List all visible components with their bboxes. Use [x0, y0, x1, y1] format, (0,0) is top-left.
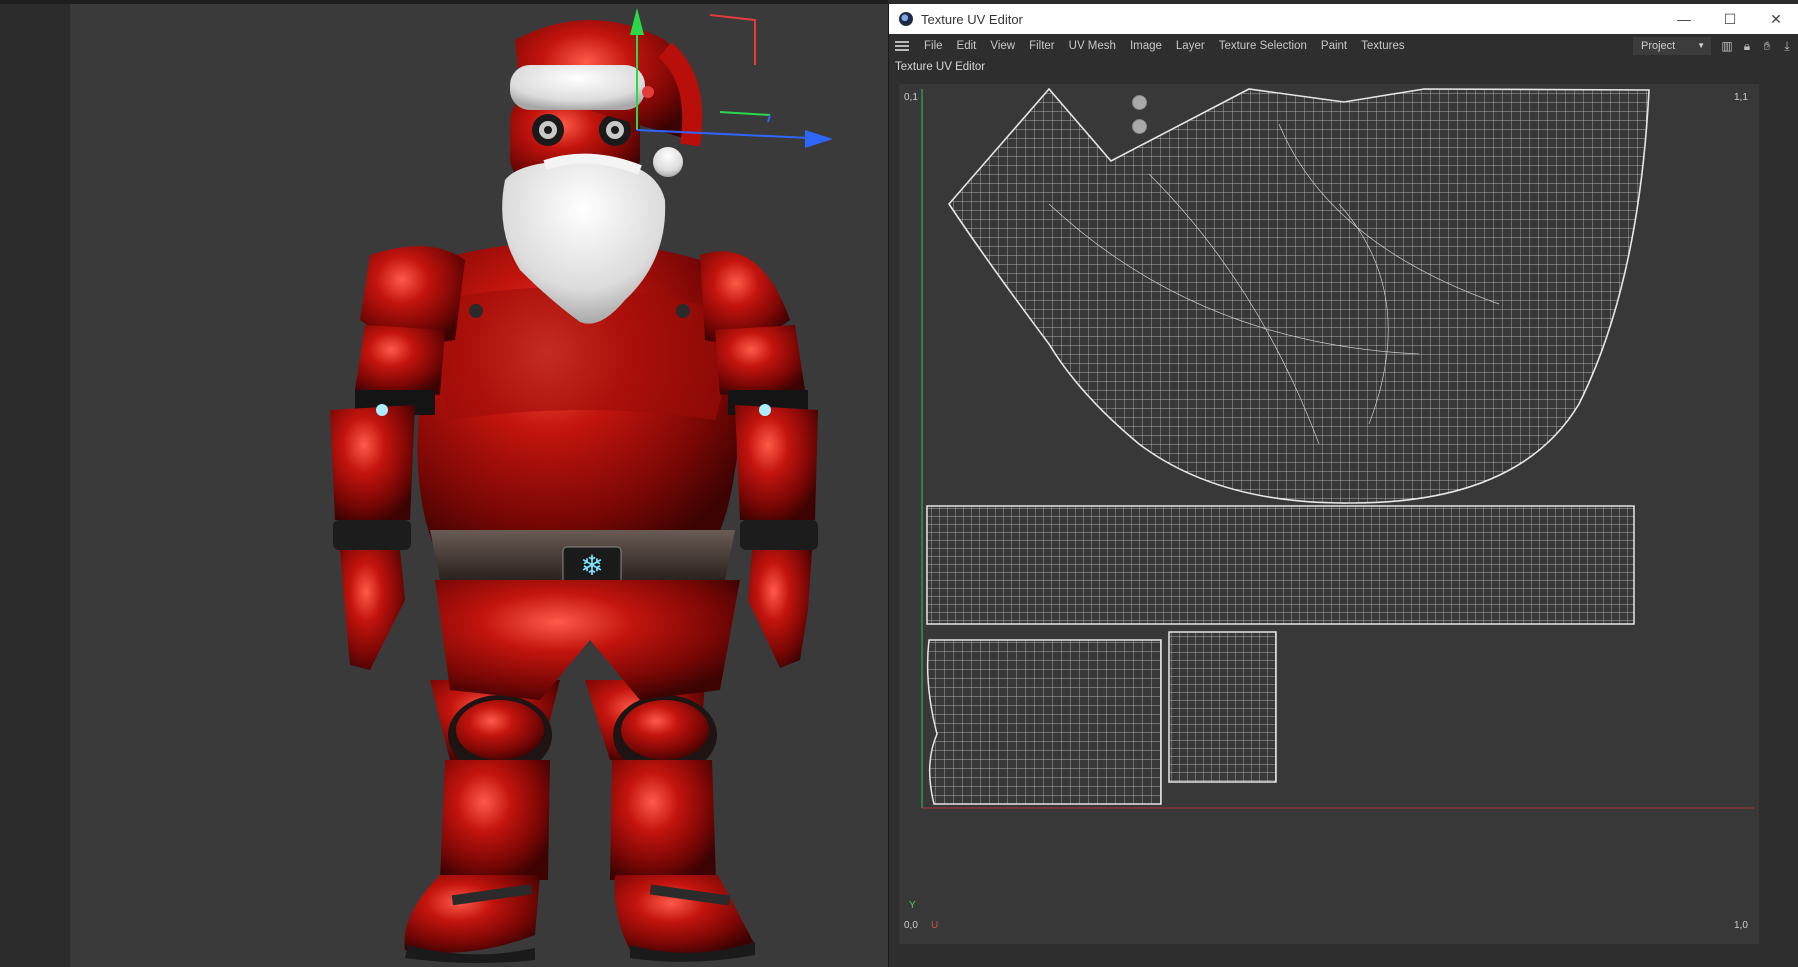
panel-title: Texture UV Editor: [895, 61, 986, 73]
menu-view[interactable]: View: [983, 40, 1022, 52]
close-button[interactable]: ✕: [1753, 4, 1798, 34]
menu-layer[interactable]: Layer: [1169, 40, 1212, 52]
uv-island-panel[interactable]: [926, 632, 1177, 805]
hamburger-menu-icon[interactable]: [895, 41, 909, 51]
u-axis-label: U: [931, 920, 939, 931]
uv-label-top-left: 0,1: [904, 92, 918, 103]
title-bar[interactable]: Texture UV Editor — ☐ ✕: [889, 4, 1798, 34]
menu-file[interactable]: File: [917, 40, 950, 52]
menu-paint[interactable]: Paint: [1314, 40, 1354, 52]
handle-circle[interactable]: [1132, 95, 1147, 110]
uv-label-top-right: 1,1: [1734, 92, 1748, 103]
santa-robot-render: ❄: [330, 8, 833, 964]
menu-textures[interactable]: Textures: [1354, 40, 1411, 52]
v-axis-label: Y: [909, 900, 916, 911]
uv-mesh-view: [921, 84, 1754, 809]
handle-circle[interactable]: [1132, 119, 1147, 134]
uv-island-large[interactable]: [939, 84, 1659, 514]
3d-viewport[interactable]: ❄: [0, 0, 888, 967]
chevron-down-icon: ▼: [1697, 41, 1705, 50]
status-strip: [889, 952, 1798, 967]
uv-handles: [1132, 95, 1147, 143]
window-title: Texture UV Editor: [921, 11, 1023, 27]
minimize-button[interactable]: —: [1661, 4, 1707, 34]
uv-island-small[interactable]: [1168, 631, 1277, 783]
menu-image[interactable]: Image: [1123, 40, 1169, 52]
app-root: ❄ Texture UV Editor — ☐ ✕ File Edit View…: [0, 0, 1798, 967]
menu-texture-selection[interactable]: Texture Selection: [1212, 40, 1314, 52]
menu-edit[interactable]: Edit: [950, 40, 984, 52]
uv-label-bottom-left: 0,0: [904, 920, 918, 931]
project-dropdown[interactable]: Project ▼: [1633, 37, 1711, 55]
legs: [404, 680, 755, 964]
histogram-icon[interactable]: ▥: [1719, 37, 1735, 55]
menu-filter[interactable]: Filter: [1022, 40, 1062, 52]
cinema4d-app-icon: [899, 12, 913, 26]
texture-uv-editor-window: Texture UV Editor — ☐ ✕ File Edit View F…: [888, 4, 1798, 967]
menu-bar: File Edit View Filter UV Mesh Image Laye…: [889, 34, 1798, 58]
pin-icon[interactable]: ⤓: [1779, 37, 1795, 55]
menu-uv-mesh[interactable]: UV Mesh: [1062, 40, 1123, 52]
toolbar-icons: ▥ 🔒︎ ✋︎ ⤓: [1719, 37, 1795, 55]
lock-icon[interactable]: 🔒︎: [1739, 37, 1755, 55]
window-controls: — ☐ ✕: [1661, 4, 1798, 34]
uv-label-bottom-right: 1,0: [1734, 920, 1748, 931]
svg-text:❄: ❄: [580, 549, 603, 582]
uv-canvas[interactable]: 0,1 1,1 0,0 1,0 U Y: [899, 84, 1759, 944]
uv-island-rectangle[interactable]: [926, 505, 1635, 625]
project-dropdown-value: Project: [1641, 40, 1676, 52]
hand-icon[interactable]: ✋︎: [1759, 37, 1775, 55]
maximize-button[interactable]: ☐: [1707, 4, 1753, 34]
